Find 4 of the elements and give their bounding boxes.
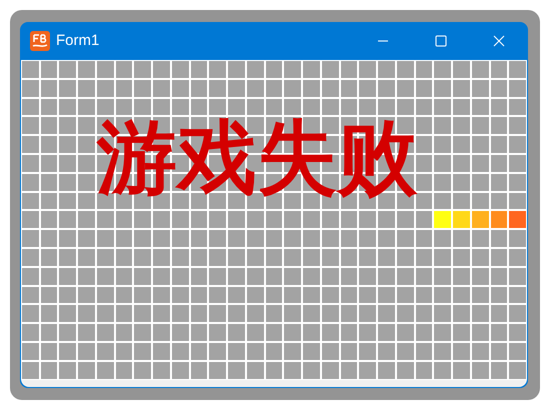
close-icon	[493, 35, 505, 47]
maximize-icon	[435, 35, 447, 47]
window-title: Form1	[56, 30, 100, 51]
app-icon	[30, 31, 50, 51]
